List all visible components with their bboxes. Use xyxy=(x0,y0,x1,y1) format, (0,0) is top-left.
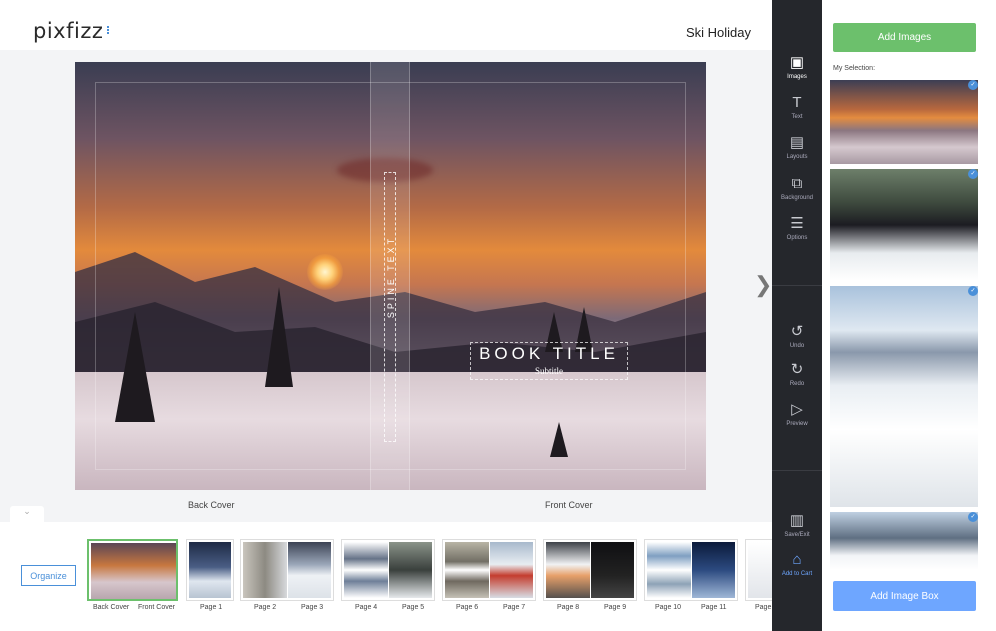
page-label: Page 11 xyxy=(701,604,727,611)
collapse-filmstrip-tab[interactable]: ⌄ xyxy=(10,506,44,522)
check-icon: ✓ xyxy=(968,80,978,90)
book-subtitle[interactable]: Subtitle xyxy=(470,366,628,376)
page-thumbnail xyxy=(445,542,489,598)
page-label: Page 5 xyxy=(402,604,425,611)
chevron-right-icon[interactable]: ❯ xyxy=(754,272,772,298)
page-label: Page 8 xyxy=(557,604,580,611)
toolbar-divider xyxy=(772,470,822,471)
undo-icon: ↺ xyxy=(790,323,804,340)
spread-cover[interactable] xyxy=(87,539,178,601)
spread-page-10-11[interactable] xyxy=(644,539,738,601)
page-label: Page 7 xyxy=(503,604,526,611)
page-label: Page 10 xyxy=(655,604,682,611)
add-image-box-button[interactable]: Add Image Box xyxy=(833,581,976,611)
check-icon: ✓ xyxy=(968,286,978,296)
text-tool[interactable]: T Text xyxy=(772,94,822,120)
page-label: Back Cover xyxy=(93,604,130,611)
spread-page-1[interactable] xyxy=(186,539,234,601)
add-images-button[interactable]: Add Images xyxy=(833,23,976,52)
page-thumbnail xyxy=(344,542,388,598)
page-thumbnail xyxy=(748,542,773,598)
pixfizz-logo[interactable]: pixfizz xyxy=(33,19,103,43)
spine-text[interactable]: SPINE TEXT xyxy=(386,236,396,318)
check-icon: ✓ xyxy=(968,169,978,179)
cart-icon: ⌂ xyxy=(792,551,802,568)
options-icon: ☰ xyxy=(790,215,804,232)
spread-page-4-5[interactable] xyxy=(341,539,435,601)
book-cover-spread[interactable]: SPINE TEXT BOOK TITLE Subtitle xyxy=(75,62,706,490)
page-thumbnail xyxy=(692,542,735,598)
canvas-area: SPINE TEXT BOOK TITLE Subtitle ❯ Back Co… xyxy=(0,50,772,522)
background-icon: ⧉ xyxy=(791,175,803,192)
page-label: Page 6 xyxy=(456,604,479,611)
undo-tool[interactable]: ↺ Undo xyxy=(772,323,822,349)
logo-dots-icon xyxy=(107,26,111,34)
organize-button[interactable]: Organize xyxy=(21,565,76,586)
page-thumbnail xyxy=(647,542,691,598)
selected-image-thumbnail[interactable]: ✓ xyxy=(830,169,978,281)
page-label: Page 2 xyxy=(254,604,277,611)
preview-tool[interactable]: ▷ Preview xyxy=(772,401,822,427)
page-thumbnail xyxy=(546,542,590,598)
images-tool[interactable]: ▣ Images xyxy=(772,54,822,80)
selected-image-thumbnail[interactable]: ✓ xyxy=(830,512,978,570)
editor-toolbar: ▣ Images T Text ▤ Layouts ⧉ Background ☰… xyxy=(772,0,822,631)
page-thumbnail xyxy=(243,542,287,598)
page-thumbnail xyxy=(389,542,432,598)
image-panel: Add Images My Selection: ✓ ✓ ✓ ✓ Add Ima… xyxy=(822,0,996,631)
cover-thumbnail xyxy=(91,543,176,599)
background-tool[interactable]: ⧉ Background xyxy=(772,175,822,201)
redo-icon: ↻ xyxy=(790,361,804,378)
page-thumbnail xyxy=(490,542,533,598)
spread-page-2-3[interactable] xyxy=(240,539,334,601)
add-to-cart-tool[interactable]: ⌂ Add to Cart xyxy=(772,551,822,577)
header: pixfizz Ski Holiday xyxy=(0,0,772,50)
page-label: Front Cover xyxy=(138,604,175,611)
save-icon: ▥ xyxy=(789,512,805,529)
back-cover-label: Back Cover xyxy=(188,500,235,510)
save-exit-tool[interactable]: ▥ Save/Exit xyxy=(772,512,822,538)
my-selection-label: My Selection: xyxy=(833,65,876,72)
redo-tool[interactable]: ↻ Redo xyxy=(772,361,822,387)
image-icon: ▣ xyxy=(789,54,805,71)
text-icon: T xyxy=(792,94,802,111)
layout-icon: ▤ xyxy=(789,134,805,151)
page-filmstrip: Organize Back Cover Front Cover Page 1 P… xyxy=(0,522,773,631)
page-thumbnail xyxy=(591,542,634,598)
page-thumbnail xyxy=(288,542,331,598)
check-icon: ✓ xyxy=(968,512,978,522)
page-label: Page 3 xyxy=(301,604,324,611)
spread-page-8-9[interactable] xyxy=(543,539,637,601)
page-label: Page 9 xyxy=(604,604,627,611)
selected-image-thumbnail[interactable]: ✓ xyxy=(830,286,978,507)
page-label: Page 4 xyxy=(355,604,378,611)
spread-page-6-7[interactable] xyxy=(442,539,536,601)
page-label: Page xyxy=(755,604,772,611)
front-cover-label: Front Cover xyxy=(545,500,593,510)
options-tool[interactable]: ☰ Options xyxy=(772,215,822,241)
page-label: Page 1 xyxy=(200,604,223,611)
layouts-tool[interactable]: ▤ Layouts xyxy=(772,134,822,160)
chevron-down-icon: ⌄ xyxy=(23,506,31,516)
selected-image-thumbnail[interactable]: ✓ xyxy=(830,80,978,164)
toolbar-divider xyxy=(772,285,822,286)
play-icon: ▷ xyxy=(791,401,803,418)
book-title[interactable]: BOOK TITLE xyxy=(470,344,628,364)
project-title: Ski Holiday xyxy=(685,25,751,40)
page-thumbnail xyxy=(189,542,231,598)
spread-page-12[interactable] xyxy=(745,539,773,601)
